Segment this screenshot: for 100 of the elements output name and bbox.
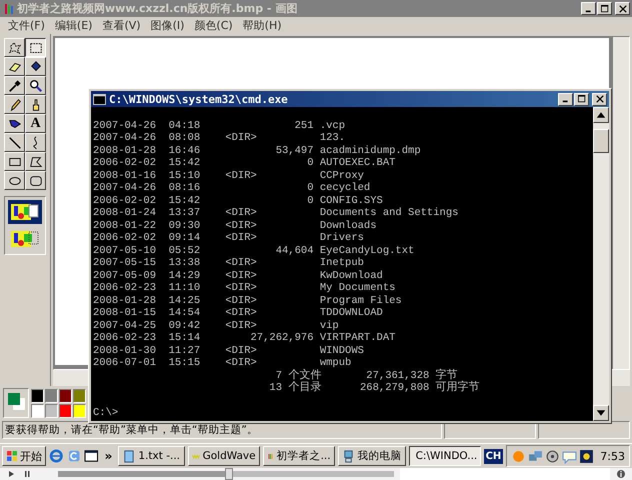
magnifier-icon xyxy=(28,78,42,92)
airbrush-tool-button[interactable] xyxy=(4,114,25,133)
language-indicator[interactable]: CH xyxy=(484,448,504,464)
time-text: 15:15 xyxy=(168,357,202,370)
file-size-text: 0 xyxy=(307,157,314,170)
scroll-down-icon[interactable] xyxy=(593,405,609,421)
seek-handle[interactable] xyxy=(225,468,234,480)
start-button[interactable]: 开始 xyxy=(2,446,46,466)
seek-track[interactable] xyxy=(58,471,394,477)
speaker-icon[interactable] xyxy=(579,448,594,464)
color-swatch[interactable] xyxy=(31,404,44,418)
file-name-text: AUTOEXEC.BAT xyxy=(320,157,396,170)
line-tool-button[interactable] xyxy=(4,133,25,152)
menu-item[interactable]: 图像(I) xyxy=(146,18,190,33)
date-text: 2006-07-01 xyxy=(93,357,158,370)
color-swatch[interactable] xyxy=(45,388,58,402)
menu-item[interactable]: 查看(V) xyxy=(97,18,146,33)
directory-tag: <DIR> xyxy=(225,282,257,294)
taskbar-button[interactable]: GoldWave xyxy=(188,446,260,466)
polygon-tool-button[interactable] xyxy=(25,152,46,171)
summary-label: 个文件 xyxy=(288,370,322,382)
time-text: 09:14 xyxy=(168,232,202,244)
file-name-text: KwDownload xyxy=(320,270,383,282)
minimize-button[interactable] xyxy=(581,2,596,15)
unit-label: 可用字节 xyxy=(436,382,480,394)
file-name-text: Documents and Settings xyxy=(320,207,458,220)
menu-item[interactable]: 颜色(C) xyxy=(189,18,238,33)
color-swatch[interactable] xyxy=(73,404,86,418)
taskbar-button[interactable]: 1.txt -... xyxy=(118,446,185,466)
taskbar-button[interactable]: 初学者之... xyxy=(262,446,335,466)
maximize-button[interactable] xyxy=(574,92,589,106)
fill-tool-button[interactable] xyxy=(25,57,46,76)
color-swatch[interactable] xyxy=(73,388,86,402)
file-size-text: 0 xyxy=(307,182,314,194)
brush-tool-button[interactable] xyxy=(25,95,46,114)
file-name-text: 123. xyxy=(320,132,346,144)
file-name-text: Downloads xyxy=(320,220,377,232)
browser-icon[interactable] xyxy=(49,448,64,464)
pencil-tool-button[interactable] xyxy=(4,95,25,114)
time-text: 09:42 xyxy=(168,320,202,332)
vertical-scrollbar[interactable] xyxy=(613,37,629,369)
date-text: 2006-02-23 xyxy=(93,332,158,344)
file-name-text: Inetpub xyxy=(320,257,364,270)
start-flag-icon xyxy=(6,450,18,462)
date-text: 2008-01-28 xyxy=(93,144,158,157)
maximize-button[interactable] xyxy=(597,2,612,15)
date-text: 2008-01-24 xyxy=(93,207,158,220)
pause-icon[interactable] xyxy=(22,469,32,479)
console-scrollbar[interactable] xyxy=(593,107,609,421)
shapes-icon xyxy=(10,228,40,250)
directory-tag: <DIR> xyxy=(225,320,257,332)
color-swatch[interactable] xyxy=(31,388,44,402)
date-text: 2006-02-02 xyxy=(93,157,158,170)
menu-item[interactable]: 文件(F) xyxy=(3,18,50,33)
color-swatch[interactable] xyxy=(45,404,58,418)
taskbar-button[interactable]: 我的电脑 xyxy=(338,446,406,466)
eyedropper-icon xyxy=(8,78,22,92)
info-icon[interactable] xyxy=(616,469,626,479)
color-swatch[interactable] xyxy=(59,404,72,418)
play-icon[interactable] xyxy=(6,469,16,479)
date-text: 2007-04-26 xyxy=(93,132,158,144)
current-colors-swatch xyxy=(3,388,29,418)
ellipse-tool-button[interactable] xyxy=(4,171,25,190)
close-icon xyxy=(618,4,626,12)
picker-tool-button[interactable] xyxy=(4,76,25,95)
date-text: 2006-02-02 xyxy=(93,194,158,207)
menu-item[interactable]: 编辑(E) xyxy=(50,18,98,33)
text-tool-button[interactable]: A xyxy=(25,114,46,133)
directory-tag: <DIR> xyxy=(225,257,257,270)
directory-tag: <DIR> xyxy=(225,294,257,307)
time-text: 11:27 xyxy=(168,344,202,357)
file-size-text: 53,497 xyxy=(276,144,314,157)
count-text: 7 xyxy=(274,370,282,382)
file-name-text: CCProxy xyxy=(320,170,364,182)
taskbar-button[interactable]: C:\WINDO... xyxy=(408,446,481,466)
date-text: 2008-01-15 xyxy=(93,307,158,320)
disc-icon[interactable] xyxy=(545,448,560,464)
magnifier-tool-button[interactable] xyxy=(25,76,46,95)
more-button[interactable]: » xyxy=(102,449,116,463)
scroll-thumb[interactable] xyxy=(593,129,609,153)
count-text: 13 xyxy=(268,382,282,394)
rect-select-tool-button[interactable] xyxy=(25,38,46,57)
curve-tool-button[interactable] xyxy=(25,133,46,152)
file-name-text: wmpub xyxy=(320,357,352,369)
byte-count-text: 268,279,808 xyxy=(359,382,430,394)
close-button[interactable] xyxy=(592,92,607,106)
desktop-icon[interactable] xyxy=(84,448,99,464)
free-select-tool-button[interactable] xyxy=(4,38,25,57)
rectangle-tool-button[interactable] xyxy=(4,152,25,171)
scroll-up-icon[interactable] xyxy=(593,107,609,123)
eraser-tool-button[interactable] xyxy=(4,57,25,76)
opaque-option[interactable] xyxy=(8,200,42,224)
polygon-icon xyxy=(28,154,42,168)
menu-item[interactable]: 帮助(H) xyxy=(238,18,287,33)
color-swatch[interactable] xyxy=(59,388,72,402)
rounded-rectangle-tool-button[interactable] xyxy=(25,171,46,190)
console-title: C:\WINDOWS\system32\cmd.exe xyxy=(109,92,289,106)
computer-icon xyxy=(342,450,355,462)
minimize-button[interactable] xyxy=(558,92,573,106)
close-button[interactable] xyxy=(615,2,630,15)
